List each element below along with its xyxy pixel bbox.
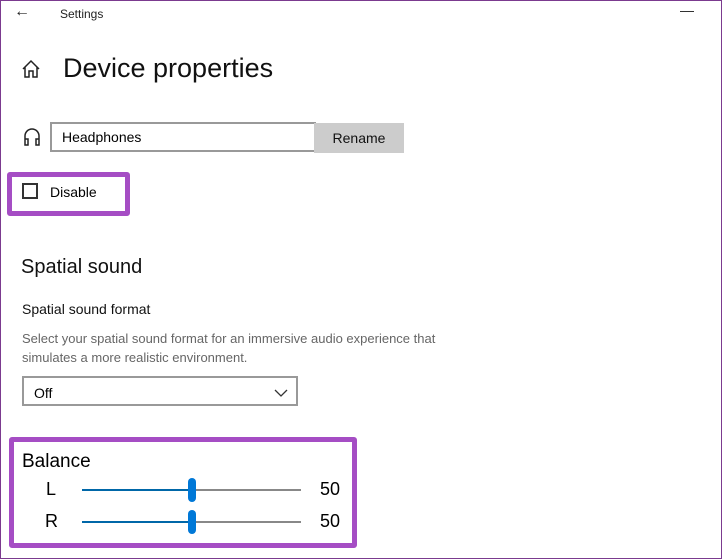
balance-slider-left[interactable] [82,478,301,502]
dropdown-value: Off [34,385,53,401]
spatial-sound-heading: Spatial sound [21,256,143,278]
home-icon [22,59,40,78]
disable-checkbox[interactable] [22,183,38,199]
rename-button[interactable]: Rename [314,123,404,153]
balance-slider-right[interactable] [82,510,301,534]
minimize-button[interactable]: — [680,2,694,18]
channel-label-left: L [46,479,57,499]
arrow-left-icon: ← [14,3,30,20]
chevron-down-icon [274,378,288,418]
headphones-icon [24,128,40,146]
window-title: Settings [60,7,104,21]
page-title: Device properties [63,53,274,83]
spatial-format-dropdown[interactable]: Off [22,376,298,406]
spatial-description: Select your spatial sound format for an … [22,331,436,365]
balance-value-right: 50 [320,511,341,531]
slider-fill [82,521,192,523]
balance-value-left: 50 [320,479,341,499]
balance-heading: Balance [22,451,91,472]
disable-label: Disable [50,184,97,200]
slider-thumb[interactable] [187,478,196,502]
spatial-format-label: Spatial sound format [22,301,151,317]
minimize-icon: — [680,2,694,18]
home-button[interactable] [20,58,42,85]
back-button[interactable]: ← [14,3,30,21]
channel-label-right: R [45,511,58,531]
slider-fill [82,489,192,491]
device-name-input[interactable] [50,122,316,152]
slider-thumb[interactable] [187,510,196,534]
